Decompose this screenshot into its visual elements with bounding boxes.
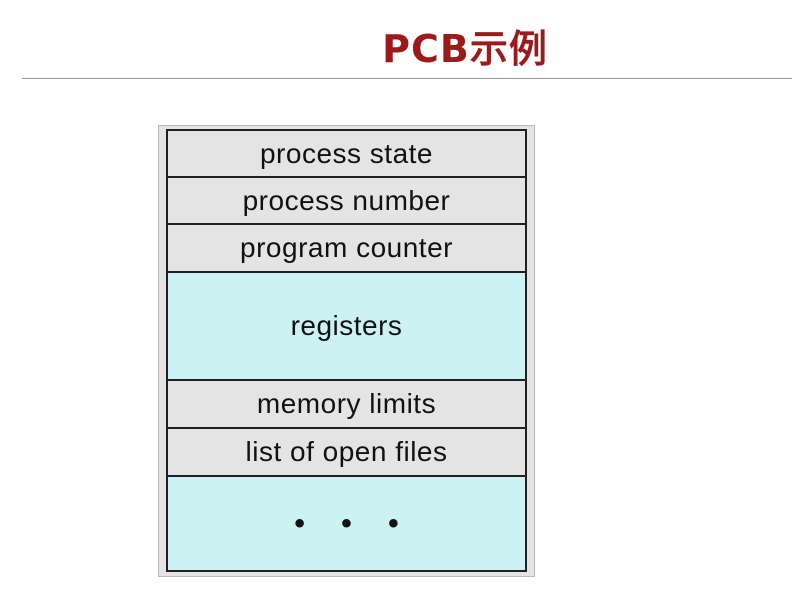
pcb-field-label: process state [259,137,434,169]
pcb-field-process-state: process state [168,131,525,178]
pcb-field-label: process number [242,184,451,216]
pcb-field-registers: registers [168,273,525,381]
title-divider [22,78,792,79]
pcb-field-program-counter: program counter [168,225,525,273]
pcb-field-label: list of open files [245,436,448,467]
pcb-field-label: registers [290,310,403,341]
slide-title: PCB示例 [382,27,548,71]
pcb-diagram: process state process number program cou… [158,125,535,577]
pcb-field-open-files: list of open files [168,429,525,477]
ellipsis-dots: • • • [294,506,413,540]
pcb-field-ellipsis: • • • [168,477,525,570]
pcb-field-label: memory limits [256,388,437,419]
pcb-field-process-number: process number [168,178,525,225]
pcb-field-label: program counter [240,232,453,263]
pcb-stack: process state process number program cou… [166,129,527,572]
pcb-field-memory-limits: memory limits [168,381,525,429]
